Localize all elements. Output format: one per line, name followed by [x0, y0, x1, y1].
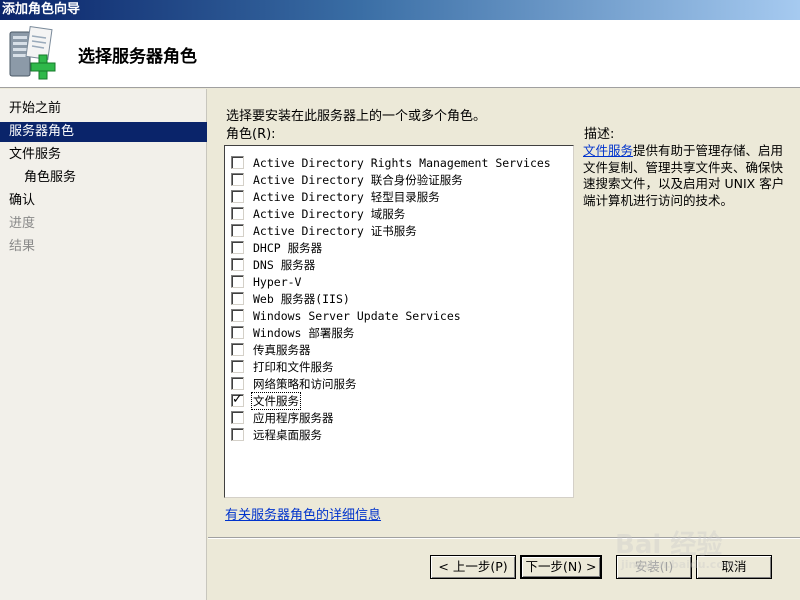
roles-list[interactable]: Active Directory Rights Management Servi… [224, 145, 574, 498]
instruction-text: 选择要安装在此服务器上的一个或多个角色。 [226, 109, 487, 124]
role-label: Active Directory 证书服务 [253, 223, 417, 238]
role-label: 网络策略和访问服务 [253, 376, 357, 391]
window-title: 添加角色向导 [0, 0, 800, 20]
role-item[interactable]: Active Directory 证书服务 [231, 222, 561, 239]
role-item[interactable]: 远程桌面服务 [231, 426, 561, 443]
footer-divider [208, 537, 800, 539]
role-item[interactable]: Active Directory 域服务 [231, 205, 561, 222]
role-label: Active Directory Rights Management Servi… [253, 155, 551, 170]
role-item[interactable]: Windows Server Update Services [231, 307, 561, 324]
more-info-link[interactable]: 有关服务器角色的详细信息 [225, 504, 381, 523]
role-item[interactable]: Web 服务器(IIS) [231, 290, 561, 307]
role-label: Hyper-V [253, 274, 302, 289]
role-checkbox[interactable] [231, 275, 244, 288]
role-label: 打印和文件服务 [253, 359, 334, 374]
step-server-roles[interactable]: 服务器角色 [0, 122, 207, 142]
step-confirmation[interactable]: 确认 [0, 191, 207, 211]
role-label: 传真服务器 [253, 342, 311, 357]
role-label: 文件服务 [251, 391, 301, 410]
role-item[interactable]: DNS 服务器 [231, 256, 561, 273]
role-label: Active Directory 联合身份验证服务 [253, 172, 463, 187]
role-label: DHCP 服务器 [253, 240, 323, 255]
role-checkbox[interactable] [231, 292, 244, 305]
next-button[interactable]: 下一步(N) > [520, 555, 602, 579]
role-checkbox[interactable] [231, 360, 244, 373]
role-checkbox[interactable] [231, 207, 244, 220]
role-checkbox[interactable] [231, 428, 244, 441]
role-checkbox[interactable] [231, 190, 244, 203]
role-checkbox[interactable] [231, 173, 244, 186]
role-label: 远程桌面服务 [253, 427, 322, 442]
role-item[interactable]: 打印和文件服务 [231, 358, 561, 375]
role-label: Windows 部署服务 [253, 325, 355, 340]
step-results: 结果 [9, 239, 36, 254]
role-checkbox[interactable] [231, 326, 244, 339]
role-label: 应用程序服务器 [253, 410, 334, 425]
role-item[interactable]: 应用程序服务器 [231, 409, 561, 426]
role-item[interactable]: DHCP 服务器 [231, 239, 561, 256]
previous-button[interactable]: < 上一步(P) [430, 555, 516, 579]
wizard-steps-sidebar: 开始之前 服务器角色 文件服务 角色服务 确认 进度 结果 [0, 89, 207, 600]
role-checkbox[interactable] [231, 224, 244, 237]
step-file-services[interactable]: 文件服务 [0, 145, 207, 165]
role-checkbox-checked[interactable] [231, 392, 244, 407]
wizard-header: 选择服务器角色 [0, 20, 800, 88]
role-checkbox[interactable] [231, 343, 244, 356]
role-checkbox[interactable] [231, 411, 244, 424]
role-label: DNS 服务器 [253, 257, 316, 272]
install-button[interactable]: 安装(I) [616, 555, 692, 579]
role-checkbox[interactable] [231, 156, 244, 169]
role-label: Windows Server Update Services [253, 308, 461, 323]
role-item-selected[interactable]: 文件服务 [231, 391, 561, 410]
wizard-content: 选择要安装在此服务器上的一个或多个角色。 角色(R): Active Direc… [208, 89, 800, 600]
description-link[interactable]: 文件服务 [583, 143, 633, 158]
role-item[interactable]: Active Directory Rights Management Servi… [231, 154, 561, 171]
role-checkbox[interactable] [231, 309, 244, 322]
server-roles-icon [9, 26, 56, 80]
step-before-you-begin[interactable]: 开始之前 [0, 99, 207, 119]
role-item[interactable]: Active Directory 联合身份验证服务 [231, 171, 561, 188]
role-label: Active Directory 域服务 [253, 206, 406, 221]
role-item[interactable]: 网络策略和访问服务 [231, 375, 561, 392]
description-text: 文件服务提供有助于管理存储、启用文件复制、管理共享文件夹、确保快速搜索文件，以及… [583, 143, 793, 209]
role-item[interactable]: Active Directory 轻型目录服务 [231, 188, 561, 205]
step-progress: 进度 [9, 216, 36, 231]
role-label: Web 服务器(IIS) [253, 291, 350, 306]
role-checkbox[interactable] [231, 241, 244, 254]
step-role-services[interactable]: 角色服务 [0, 168, 207, 188]
role-item[interactable]: Windows 部署服务 [231, 324, 561, 341]
roles-label: 角色(R): [226, 127, 276, 142]
page-title: 选择服务器角色 [78, 47, 197, 67]
role-checkbox[interactable] [231, 258, 244, 271]
description-title: 描述: [584, 127, 615, 142]
role-item[interactable]: 传真服务器 [231, 341, 561, 358]
cancel-button[interactable]: 取消 [696, 555, 772, 579]
role-checkbox[interactable] [231, 377, 244, 390]
role-label: Active Directory 轻型目录服务 [253, 189, 440, 204]
role-item[interactable]: Hyper-V [231, 273, 561, 290]
